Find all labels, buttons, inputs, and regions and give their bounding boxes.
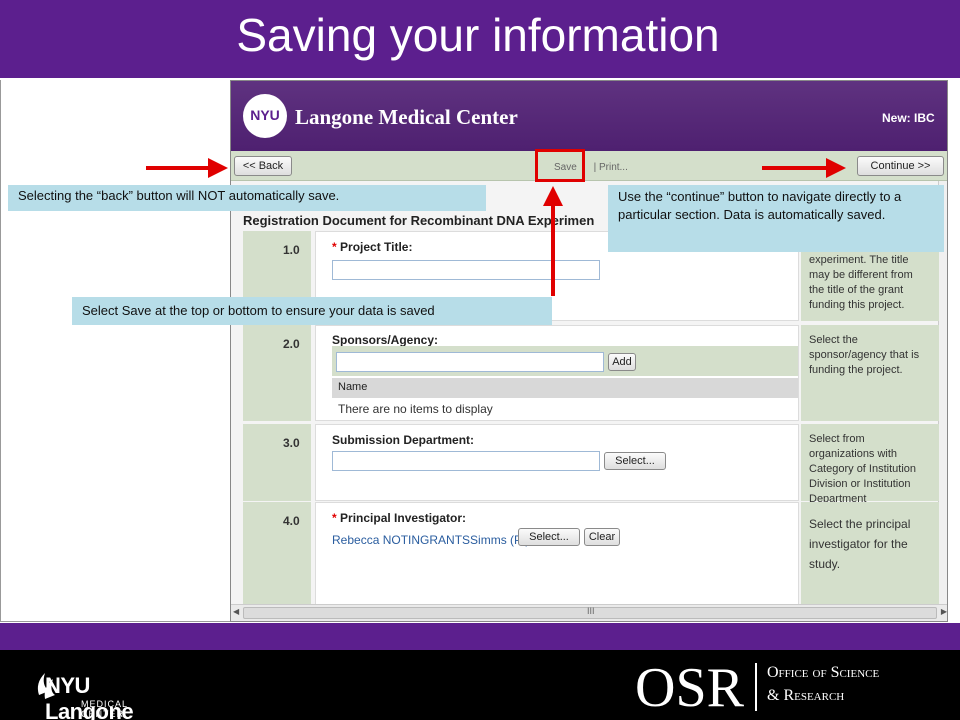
- slide-title: Saving your information: [236, 9, 720, 61]
- scroll-right-icon[interactable]: ▶: [941, 607, 947, 616]
- left-gutter: [0, 80, 230, 622]
- footer-logo-subtitle: MEDICAL CENTER: [81, 699, 128, 719]
- section-help: Select from organizations with Category …: [801, 424, 939, 505]
- section-help: Select the principal investigator for th…: [801, 502, 939, 608]
- section-content: Sponsors/Agency: Add Name There are no i…: [315, 325, 799, 421]
- select-pi-button[interactable]: Select...: [518, 528, 580, 546]
- document-title: Registration Document for Recombinant DN…: [243, 213, 595, 228]
- required-marker: *: [332, 240, 337, 254]
- continue-button[interactable]: Continue >>: [857, 156, 944, 176]
- scroll-left-icon[interactable]: ◀: [233, 607, 239, 616]
- osr-logo: OSR: [635, 657, 744, 719]
- section-number: 4.0: [243, 502, 311, 608]
- section-content: * Principal Investigator: Rebecca NOTING…: [315, 502, 799, 608]
- section-principal-investigator: 4.0 * Principal Investigator: Rebecca NO…: [243, 502, 939, 608]
- osr-divider: [755, 663, 757, 711]
- submission-department-input[interactable]: [332, 451, 600, 471]
- print-link[interactable]: Print...: [599, 162, 628, 173]
- save-highlight-box: [535, 149, 585, 182]
- sponsor-grid-empty: There are no items to display: [338, 402, 493, 416]
- app-header: NYU Langone Medical Center New: IBC: [231, 81, 947, 151]
- app-mode-label: New: IBC: [882, 111, 935, 125]
- sponsor-grid-header: Name: [332, 378, 798, 398]
- project-title-input[interactable]: [332, 260, 600, 280]
- section-help: Select the sponsor/agency that is fundin…: [801, 325, 939, 421]
- add-sponsor-button[interactable]: Add: [608, 353, 636, 371]
- required-marker: *: [332, 511, 337, 525]
- horizontal-scrollbar[interactable]: ◀ III ▶: [231, 604, 947, 621]
- submission-department-label: Submission Department:: [332, 433, 475, 447]
- slide-title-bar: Saving your information: [0, 0, 960, 78]
- section-number: 3.0: [243, 424, 311, 501]
- back-button[interactable]: << Back: [234, 156, 292, 176]
- project-title-label: * Project Title:: [332, 240, 413, 254]
- toolbar-separator: |: [593, 162, 597, 173]
- section-submission-department: 3.0 Submission Department: Select... Sel…: [243, 424, 939, 505]
- principal-investigator-label: * Principal Investigator:: [332, 511, 467, 525]
- principal-investigator-value: Rebecca NOTINGRANTSSimms (PI): [332, 533, 530, 547]
- office-name-line1: Office of Science: [767, 664, 880, 681]
- sponsor-input[interactable]: [336, 352, 604, 372]
- section-sponsors: 2.0 Sponsors/Agency: Add Name There are …: [243, 325, 939, 421]
- callout-continue: Use the “continue” button to navigate di…: [608, 185, 944, 252]
- sponsors-label: Sponsors/Agency:: [332, 333, 439, 347]
- section-content: Submission Department: Select...: [315, 424, 799, 501]
- callout-save: Select Save at the top or bottom to ensu…: [72, 297, 552, 325]
- app-brand: Langone Medical Center: [295, 105, 518, 129]
- footer-logo: NYU Langone MEDICAL CENTER: [15, 653, 161, 720]
- nyu-logo: NYU: [243, 94, 287, 138]
- scrollbar-grip: III: [587, 606, 595, 616]
- purple-strip: [0, 623, 960, 650]
- select-department-button[interactable]: Select...: [604, 452, 666, 470]
- office-name-line2: & Research: [767, 687, 845, 704]
- clear-pi-button[interactable]: Clear: [584, 528, 620, 546]
- section-number: 2.0: [243, 325, 311, 421]
- callout-back: Selecting the “back” button will NOT aut…: [8, 185, 486, 211]
